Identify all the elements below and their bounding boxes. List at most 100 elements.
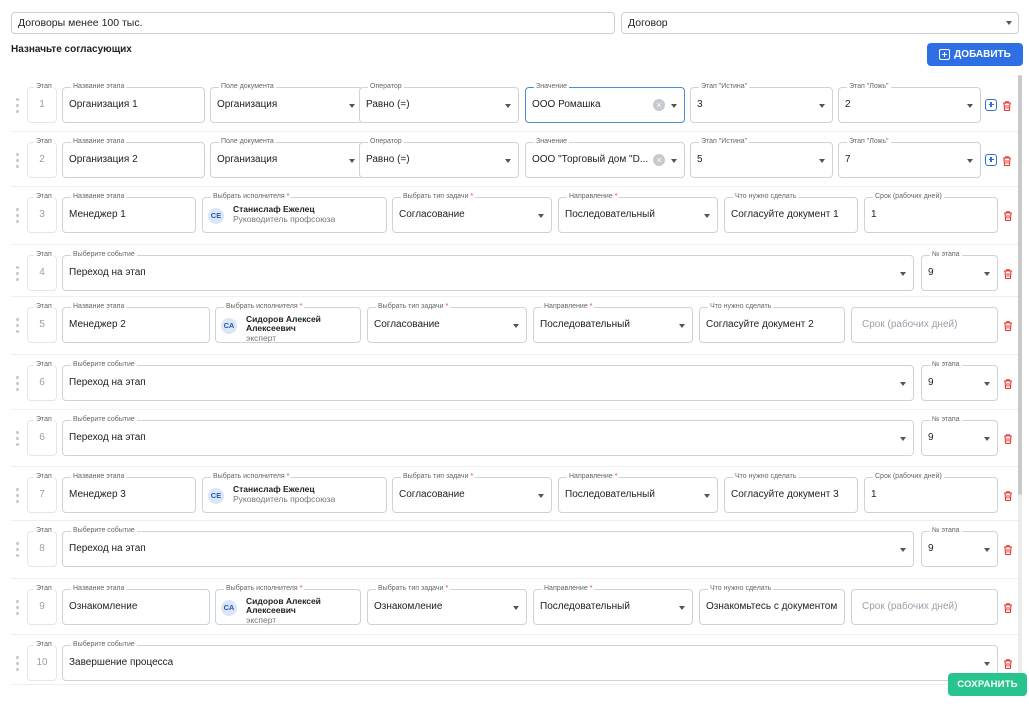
executor-select[interactable]: Выбрать исполнителя * СА Сидоров Алексей Ал… [215,584,361,625]
trash-icon[interactable] [1002,209,1014,222]
stage-row-event: Этап 6 Выберите событие Переход на этап № эт… [11,355,1019,410]
handle-dot [16,214,19,217]
trash-icon[interactable] [1002,267,1014,280]
value-select[interactable]: Значение ООО "Торговый дом "D... × [525,137,685,178]
event-select[interactable]: Выберите событие Переход на этап [62,415,914,456]
deadline-input[interactable]: Срок (рабочих дней) 1 [864,472,998,513]
drag-handle-icon[interactable] [16,153,20,171]
stage-name-input-value: Менеджер 2 [69,319,126,330]
save-button[interactable]: СОХРАНИТЬ [948,673,1027,696]
stage-name-input[interactable]: Название этапа Менеджер 3 [62,472,196,513]
event-select[interactable]: Выберите событие Переход на этап [62,360,914,401]
deadline-input[interactable]: Срок (рабочих дней) 1 [864,192,998,233]
event-select[interactable]: Выберите событие Переход на этап [62,250,914,291]
plus-square-icon[interactable] [985,154,997,166]
plus-square-icon[interactable] [985,99,997,111]
scrollbar-thumb[interactable] [1018,75,1022,495]
add-stage-button[interactable]: ДОБАВИТЬ [927,43,1023,66]
drag-handle-icon[interactable] [16,600,20,618]
stage-true-select-label: Этап "Истина" [699,137,750,147]
operator-select[interactable]: Оператор Равно (=) [359,137,519,178]
operator-select[interactable]: Оператор Равно (=) [359,82,519,123]
plus-square-icon [939,49,951,60]
stage-name-input[interactable]: Название этапа Менеджер 2 [62,302,210,343]
trash-icon[interactable] [1002,543,1014,556]
direction-select[interactable]: Направление * Последовательный [558,192,718,233]
task-type-select[interactable]: Выбрать тип задачи * Согласование [392,472,552,513]
drag-handle-icon[interactable] [16,318,20,336]
drag-handle-icon[interactable] [16,376,20,394]
stage-number-select[interactable]: № этапа 9 [921,250,998,291]
trash-icon[interactable] [1002,489,1014,502]
event-select-label-text: Выберите событие [73,641,135,648]
stage-number-select[interactable]: № этапа 9 [921,360,998,401]
drag-handle-icon[interactable] [16,266,20,284]
direction-select[interactable]: Направление * Последовательный [558,472,718,513]
chevron-down-icon [819,159,825,163]
direction-select-label: Направление * [567,472,620,482]
stage-name-input[interactable]: Название этапа Менеджер 1 [62,192,196,233]
trash-icon[interactable] [1002,657,1014,670]
clear-icon[interactable]: × [653,99,665,111]
direction-select[interactable]: Направление * Последовательный [533,584,693,625]
step-number: 2 [39,154,45,165]
stage-name-input-label: Название этапа [71,302,127,312]
executor-select[interactable]: Выбрать исполнителя * СЕ Станислаф Ежелец Р… [202,192,387,233]
process-name-input[interactable]: Договоры менее 100 тыс. [11,12,615,34]
drag-handle-icon[interactable] [16,542,20,560]
executor-role: Руководитель профсоюза [233,214,336,224]
task-type-select[interactable]: Выбрать тип задачи * Согласование [367,302,527,343]
trash-icon[interactable] [1002,319,1014,332]
handle-dot [16,388,19,391]
vertical-scrollbar[interactable] [1018,75,1022,675]
stage-name-input[interactable]: Название этапа Ознакомление [62,584,210,625]
trash-icon[interactable] [1002,377,1014,390]
trash-icon[interactable] [1002,432,1014,445]
chevron-down-icon [513,606,519,610]
value-select-label-text: Значение [536,83,568,90]
stage-number-select-label: № этапа [930,360,962,370]
todo-input[interactable]: Что нужно сделать Согласуйте документ 2 [699,302,845,343]
event-select[interactable]: Выберите событие Завершение процесса [62,640,998,681]
trash-icon[interactable] [1001,154,1013,167]
todo-input[interactable]: Что нужно сделать Согласуйте документ 3 [724,472,858,513]
stage-true-select[interactable]: Этап "Истина" 3 [690,82,833,123]
drag-handle-icon[interactable] [16,431,20,449]
stage-name-input[interactable]: Название этапа Организация 2 [62,137,205,178]
stage-number-select[interactable]: № этапа 9 [921,526,998,567]
todo-input[interactable]: Что нужно сделать Ознакомьтесь с документ… [699,584,845,625]
drag-handle-icon[interactable] [16,98,20,116]
task-type-select[interactable]: Выбрать тип задачи * Согласование [392,192,552,233]
stage-false-select[interactable]: Этап "Ложь" 7 [838,137,981,178]
trash-icon[interactable] [1002,601,1014,614]
deadline-input-label: Срок (рабочих дней) [873,472,944,482]
clear-icon[interactable]: × [653,154,665,166]
drag-handle-icon[interactable] [16,656,20,674]
deadline-input[interactable]: Срок (рабочих дней) [851,589,998,625]
deadline-input[interactable]: Срок (рабочих дней) [851,307,998,343]
executor-select[interactable]: Выбрать исполнителя * СЕ Станислаф Ежелец Р… [202,472,387,513]
task-type-select[interactable]: Выбрать тип задачи * Ознакомление [367,584,527,625]
stage-number-select-value: 9 [928,267,934,278]
event-select-value: Переход на этап [69,377,146,388]
todo-input[interactable]: Что нужно сделать Согласуйте документ 1 [724,192,858,233]
trash-icon[interactable] [1001,99,1013,112]
stage-true-select[interactable]: Этап "Истина" 5 [690,137,833,178]
executor-select-label-text: Выбрать исполнителя [213,473,285,480]
event-select[interactable]: Выберите событие Переход на этап [62,526,914,567]
stage-number-select[interactable]: № этапа 9 [921,415,998,456]
stage-false-select[interactable]: Этап "Ложь" 2 [838,82,981,123]
drag-handle-icon[interactable] [16,488,20,506]
direction-select[interactable]: Направление * Последовательный [533,302,693,343]
operator-select-label: Оператор [368,82,404,92]
handle-dot [16,662,19,665]
document-type-select[interactable]: Договор [621,12,1019,34]
document-field-select[interactable]: Поле документа Организация [210,82,363,123]
document-field-select[interactable]: Поле документа Организация [210,137,363,178]
stage-name-input[interactable]: Название этапа Организация 1 [62,82,205,123]
value-select[interactable]: Значение ООО Ромашка × [525,82,685,123]
drag-handle-icon[interactable] [16,208,20,226]
executor-select-label: Выбрать исполнителя * [211,192,292,202]
executor-select[interactable]: Выбрать исполнителя * СА Сидоров Алексей Ал… [215,302,361,343]
stage-row-event: Этап 6 Выберите событие Переход на этап № эт… [11,410,1019,467]
